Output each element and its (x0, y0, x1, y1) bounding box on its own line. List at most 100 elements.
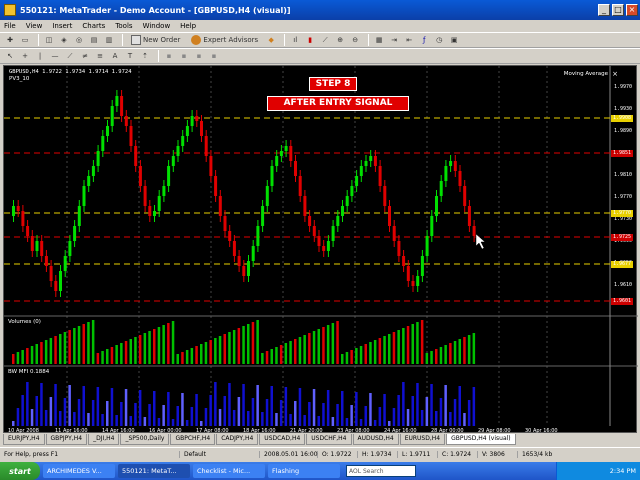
channel-icon[interactable]: ≠ (79, 50, 91, 62)
menu-file[interactable]: File (4, 22, 16, 30)
candle-body (16, 206, 20, 211)
bar-chart-icon[interactable]: ıl (289, 34, 301, 46)
metatrader-icon (4, 4, 16, 16)
symbol-tab[interactable]: _DJI,H4 (88, 434, 120, 445)
periods-icon[interactable]: ◷ (433, 34, 445, 46)
mfi-bar (195, 394, 198, 426)
chart-close-icon[interactable]: × (612, 70, 618, 78)
candle-body (124, 116, 128, 126)
candle-body (430, 216, 434, 236)
candle-body (82, 186, 86, 206)
candle-body (289, 146, 293, 161)
indicators-icon[interactable]: ƒ (418, 34, 430, 46)
aol-search-input[interactable]: AOL Search (346, 465, 416, 477)
symbol-tab[interactable]: GBPCHF,H4 (170, 434, 216, 445)
price-chart[interactable]: 10 Apr 2008 11 Apr 16:00 14 Apr 16:00 16 Ap… (4, 66, 638, 434)
zoom-in-icon[interactable]: ⊕ (334, 34, 346, 46)
period-m1-icon[interactable]: ▪ (163, 50, 175, 62)
symbol-tab[interactable]: CADJPY,H4 (216, 434, 259, 445)
period-m5-icon[interactable]: ▪ (178, 50, 190, 62)
zoom-out-icon[interactable]: ⊖ (349, 34, 361, 46)
mfi-bar (359, 419, 363, 426)
symbol-tab[interactable]: EURUSD,H4 (399, 434, 446, 445)
maximize-button[interactable]: □ (612, 4, 624, 16)
vertical-line-icon[interactable]: | (34, 50, 46, 62)
navigator-icon[interactable]: ◎ (73, 34, 85, 46)
candlestick-icon[interactable]: ▮ (304, 34, 316, 46)
text-icon[interactable]: A (109, 50, 121, 62)
volume-bar (453, 341, 457, 364)
symbol-tab[interactable]: EURJPY,H4 (3, 434, 45, 445)
symbol-tab[interactable]: _SP500,Daily (120, 434, 170, 445)
label-icon[interactable]: T (124, 50, 136, 62)
symbol-tab[interactable]: GBPUSD,H4 (visual) (446, 434, 516, 445)
volume-bar (162, 325, 165, 364)
volumes-label: Volumes (0) (8, 319, 41, 325)
order-icon (131, 35, 141, 45)
period-m15-icon[interactable]: ▪ (193, 50, 205, 62)
minimize-button[interactable]: _ (598, 4, 610, 16)
templates-icon[interactable]: ▣ (448, 34, 460, 46)
candle-body (331, 226, 335, 241)
taskbar-item-metatrader[interactable]: 550121: MetaT... (118, 464, 190, 478)
tester-icon[interactable]: ▥ (103, 34, 115, 46)
volume-bar (444, 345, 447, 364)
mfi-bar (402, 382, 405, 426)
status-open: O: 1.9722 (318, 451, 358, 458)
symbol-tab[interactable]: USDCAD,H4 (259, 434, 306, 445)
expert-toggle-icon[interactable]: ◆ (265, 34, 277, 46)
crosshair-icon[interactable]: + (19, 50, 31, 62)
volume-bar (279, 345, 283, 364)
menu-help[interactable]: Help (180, 22, 196, 30)
expert-advisors-button[interactable]: Expert Advisors (187, 34, 262, 46)
start-button[interactable]: start (0, 462, 40, 480)
candle-body (420, 256, 424, 276)
volume-bar (54, 336, 57, 364)
candle-body (449, 161, 453, 166)
candle-body (171, 156, 175, 166)
new-order-button[interactable]: New Order (127, 34, 184, 46)
candle-body (204, 136, 208, 156)
profiles-icon[interactable]: ▭ (19, 34, 31, 46)
candle-body (467, 206, 471, 226)
mfi-bar (30, 409, 34, 426)
symbol-tab[interactable]: AUDUSD,H4 (352, 434, 399, 445)
volume-bar (247, 324, 250, 364)
candle-body (388, 206, 391, 226)
menu-view[interactable]: View (26, 22, 43, 30)
mfi-bar (91, 400, 95, 426)
volume-bar (420, 320, 424, 364)
new-chart-icon[interactable]: ✚ (4, 34, 16, 46)
symbol-tab[interactable]: GBPJPY,H4 (45, 434, 88, 445)
menu-tools[interactable]: Tools (115, 22, 132, 30)
line-chart-icon[interactable]: ⟋ (319, 34, 331, 46)
taskbar-item[interactable]: Checklist - Mic... (193, 464, 265, 478)
arrows-icon[interactable]: ⇡ (139, 50, 151, 62)
fibonacci-icon[interactable]: ≡ (94, 50, 106, 62)
menu-insert[interactable]: Insert (52, 22, 72, 30)
chart-window[interactable]: 10 Apr 2008 11 Apr 16:00 14 Apr 16:00 16 Ap… (3, 65, 638, 434)
horizontal-line-icon[interactable]: — (49, 50, 61, 62)
symbol-tab[interactable]: USDCHF,H4 (306, 434, 352, 445)
volume-bar (364, 344, 367, 364)
volume-bar (200, 344, 203, 364)
data-window-icon[interactable]: ◈ (58, 34, 70, 46)
mfi-bar (458, 386, 461, 426)
status-bar: For Help, press F1 Default 2008.05.01 16… (0, 447, 640, 461)
menu-window[interactable]: Window (143, 22, 171, 30)
taskbar-item[interactable]: Flashing (268, 464, 340, 478)
market-watch-icon[interactable]: ◫ (43, 34, 55, 46)
chart-shift-icon[interactable]: ⇤ (403, 34, 415, 46)
menu-charts[interactable]: Charts (82, 22, 105, 30)
autoscroll-icon[interactable]: ⇥ (388, 34, 400, 46)
cursor-icon[interactable]: ↖ (4, 50, 16, 62)
taskbar-item[interactable]: ARCHIMEDES V... (43, 464, 115, 478)
terminal-icon[interactable]: ▤ (88, 34, 100, 46)
trendline-icon[interactable]: ⟋ (64, 50, 76, 62)
mfi-bar (453, 399, 457, 426)
mfi-bar (284, 387, 288, 426)
period-h1-icon[interactable]: ▪ (208, 50, 220, 62)
mfi-bar (54, 384, 57, 426)
tile-windows-icon[interactable]: ▦ (373, 34, 385, 46)
close-button[interactable]: × (626, 4, 638, 16)
